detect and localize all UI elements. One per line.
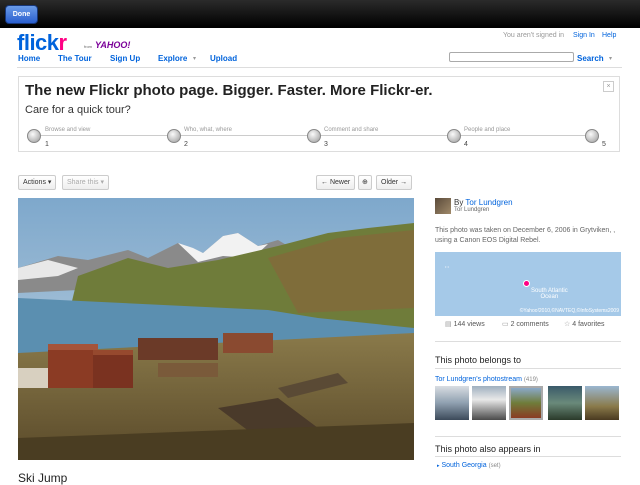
nav-sign-up[interactable]: Sign Up (110, 54, 140, 63)
flickr-logo[interactable]: flickr (17, 30, 67, 56)
sign-in-link[interactable]: Sign In (573, 32, 595, 39)
views-icon: ▤ (445, 321, 452, 328)
nav-the-tour[interactable]: The Tour (58, 54, 92, 63)
done-button[interactable]: Done (5, 5, 38, 24)
tour-banner: The new Flickr photo page. Bigger. Faste… (18, 76, 620, 152)
photo-taken-info: This photo was taken on December 6, 2006… (435, 227, 616, 244)
nav-explore[interactable]: Explore (158, 54, 187, 63)
expand-arrow-icon: ▸ (437, 463, 440, 469)
close-icon[interactable]: × (603, 81, 614, 92)
older-label: Older (381, 179, 399, 186)
tour-step-3-num: 3 (324, 141, 328, 148)
nav-divider (17, 67, 622, 68)
actions-chevron-down-icon: ▾ (47, 179, 52, 186)
section-divider (435, 456, 621, 457)
map-label-line2: Ocean (540, 294, 559, 300)
stream-thumbnail[interactable] (548, 386, 582, 420)
appears-in-heading: This photo also appears in (435, 444, 541, 454)
views-count: 144 views (453, 321, 485, 328)
tour-subtitle: Care for a quick tour? (25, 104, 131, 116)
tour-step-3-label[interactable]: Comment and share (324, 127, 378, 133)
author-avatar[interactable] (435, 198, 451, 214)
comments-count: 2 comments (510, 321, 549, 328)
author-subname: Tor Lundgren (454, 207, 490, 213)
nav-upload[interactable]: Upload (210, 54, 237, 63)
older-button[interactable]: Older → (376, 175, 413, 190)
stream-thumbnail-current[interactable] (509, 386, 543, 420)
comment-icon: ▭ (502, 321, 509, 328)
tour-step-3-knob[interactable] (307, 129, 321, 143)
help-link[interactable]: Help (602, 32, 616, 39)
tour-step-5-knob[interactable] (585, 129, 599, 143)
nav-home[interactable]: Home (18, 54, 40, 63)
author-byline: By Tor Lundgren (454, 198, 513, 207)
tour-step-4-num: 4 (464, 141, 468, 148)
explore-chevron-down-icon[interactable]: ▾ (193, 55, 196, 62)
author-link[interactable]: Tor Lundgren (465, 198, 512, 207)
section-divider (435, 341, 621, 342)
top-bar: Done (0, 0, 640, 28)
tour-title: The new Flickr photo page. Bigger. Faste… (25, 82, 433, 99)
share-button[interactable]: Share this ▾ (62, 175, 109, 190)
favorites-stat[interactable]: ☆ 4 favorites (564, 320, 605, 328)
arrow-right-icon: → (400, 179, 408, 186)
star-icon: ☆ (564, 321, 571, 328)
search-input[interactable] (449, 52, 574, 62)
stream-thumbnail[interactable] (585, 386, 619, 420)
zoom-icon: ⊕ (362, 179, 368, 186)
favorites-count: 4 favorites (572, 321, 605, 328)
search-button[interactable]: Search (577, 54, 604, 63)
yahoo-logo: YAHOO! (95, 40, 131, 50)
tour-step-1-knob[interactable] (27, 129, 41, 143)
tour-step-2-knob[interactable] (167, 129, 181, 143)
actions-label: Actions (23, 179, 46, 186)
share-chevron-down-icon: ▾ (100, 179, 104, 186)
set-link[interactable]: ▸ South Georgia (set) (437, 462, 501, 469)
newer-label: Newer (329, 179, 351, 186)
by-prefix: By (454, 198, 464, 207)
zoom-button[interactable]: ⊕ (358, 175, 372, 190)
photostream-link[interactable]: Tor Lundgren's photostream (419) (435, 376, 538, 383)
share-label: Share this (67, 179, 99, 186)
set-suffix: (set) (488, 463, 501, 469)
views-stat: ▤ 144 views (445, 320, 485, 328)
section-divider (435, 436, 621, 437)
section-divider (435, 368, 621, 369)
arrow-left-icon: ← (321, 179, 328, 186)
map-marker-icon[interactable] (523, 280, 530, 287)
main-photo[interactable] (18, 198, 414, 460)
photostream-count: (419) (523, 377, 538, 383)
tour-step-5-num: 5 (602, 141, 606, 148)
logo-part-blue: flick (17, 30, 59, 55)
tour-step-2-label[interactable]: Who, what, where (184, 127, 232, 133)
tour-step-1-label[interactable]: Browse and view (45, 127, 90, 133)
map-dots-icon: • • (445, 264, 449, 269)
set-name[interactable]: South Georgia (441, 462, 486, 469)
photostream-label[interactable]: Tor Lundgren's photostream (435, 376, 522, 383)
map-label: South Atlantic Ocean (531, 288, 568, 300)
signin-status: You aren't signed in (503, 32, 565, 39)
stream-thumbnail[interactable] (472, 386, 506, 420)
search-chevron-down-icon[interactable]: ▾ (609, 55, 612, 62)
belongs-heading: This photo belongs to (435, 355, 522, 365)
stream-thumbnail[interactable] (435, 386, 469, 420)
location-map[interactable]: • • South Atlantic Ocean ©Yahoo!2010,©NA… (435, 252, 621, 316)
tour-step-2-num: 2 (184, 141, 188, 148)
map-copyright: ©Yahoo!2010,©NAVTEQ,©InfoSystems2009 (519, 308, 619, 314)
comments-stat[interactable]: ▭ 2 comments (502, 320, 549, 328)
newer-button[interactable]: ← Newer (316, 175, 356, 190)
photo-title: Ski Jump (18, 471, 68, 485)
logo-from: from (84, 44, 92, 49)
main-photo-image (18, 198, 414, 460)
tour-step-1-num: 1 (45, 141, 49, 148)
logo-part-pink: r (58, 30, 68, 55)
tour-step-4-label[interactable]: People and place (464, 127, 510, 133)
tour-step-4-knob[interactable] (447, 129, 461, 143)
actions-button[interactable]: Actions ▾ (18, 175, 57, 190)
